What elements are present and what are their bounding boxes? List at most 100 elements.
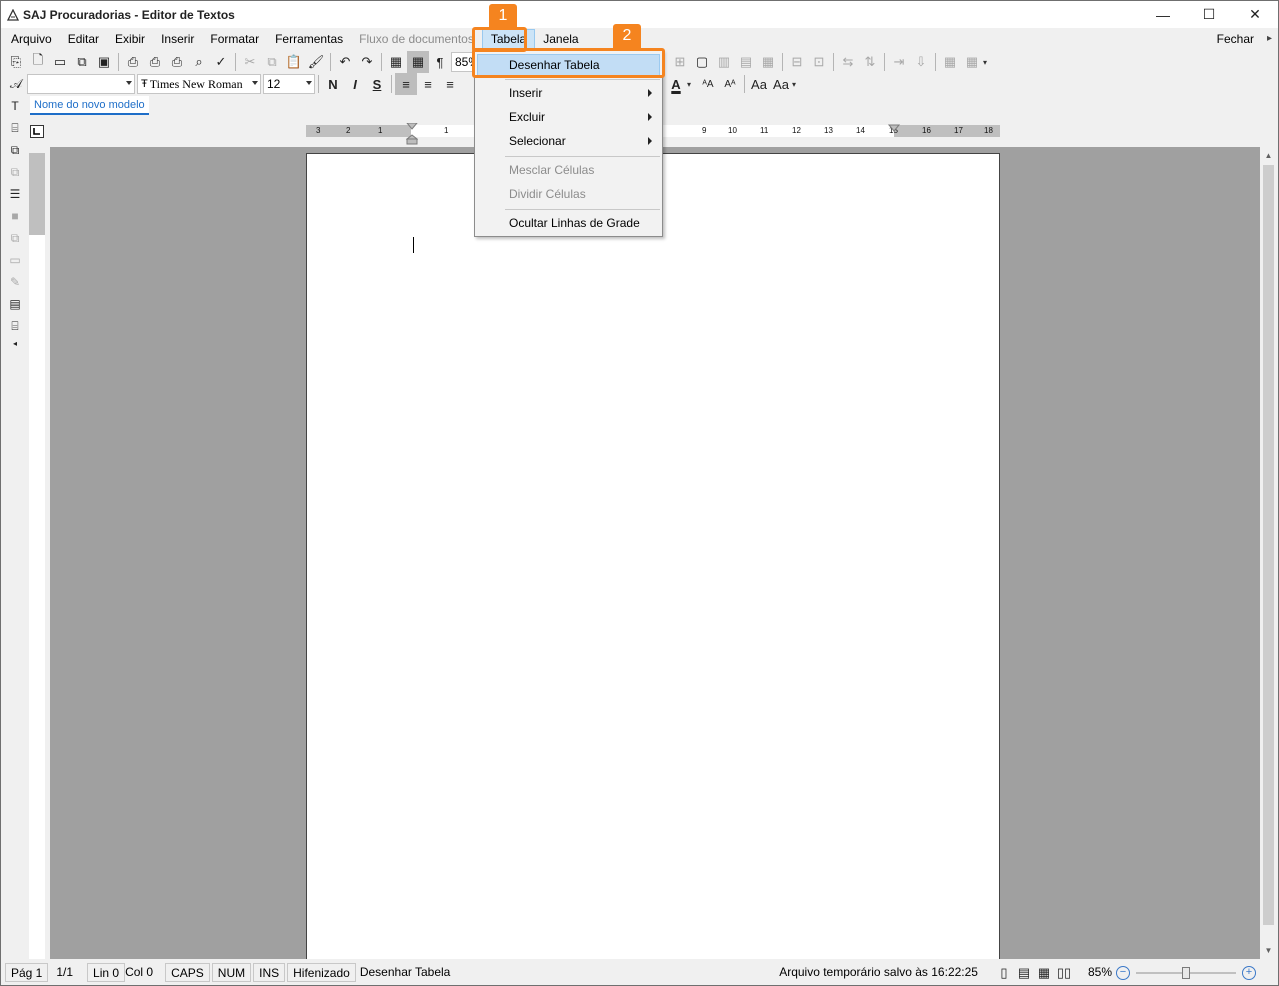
- view-book-icon[interactable]: ▯▯: [1054, 962, 1074, 984]
- left-toolbar-more-icon[interactable]: ◂: [4, 337, 26, 349]
- insert-field-icon[interactable]: T: [4, 95, 26, 117]
- font-color-icon[interactable]: A: [665, 73, 687, 95]
- spellcheck-icon[interactable]: ✓: [210, 51, 232, 73]
- maximize-button[interactable]: ☐: [1186, 1, 1232, 28]
- scroll-down-icon[interactable]: ▼: [1260, 942, 1277, 959]
- insert-table-icon[interactable]: ▦: [385, 51, 407, 73]
- cut-icon[interactable]: ✂: [239, 51, 261, 73]
- table-border-icon[interactable]: ▢: [691, 51, 713, 73]
- zoom-slider-knob[interactable]: [1182, 966, 1190, 979]
- undo-icon[interactable]: ↶: [334, 51, 356, 73]
- print-setup-icon[interactable]: ⎙: [166, 51, 188, 73]
- ruler-label: 2: [346, 126, 351, 135]
- pilcrow-icon[interactable]: ¶: [429, 51, 451, 73]
- format-painter-icon[interactable]: 🖌: [305, 51, 327, 73]
- style-icon[interactable]: 𝒜: [5, 73, 27, 95]
- insert-col-icon[interactable]: ⇅: [859, 51, 881, 73]
- gridlines-icon[interactable]: ▦: [407, 51, 429, 73]
- view-normal-icon[interactable]: ▤: [1014, 962, 1034, 984]
- font-color-dropdown-icon[interactable]: ▾: [687, 80, 697, 89]
- redo-icon[interactable]: ↷: [356, 51, 378, 73]
- form-icon[interactable]: ▤: [4, 293, 26, 315]
- align-left-icon[interactable]: ≡: [395, 73, 417, 95]
- minimize-button[interactable]: —: [1140, 1, 1186, 28]
- model-name-tab[interactable]: Nome do novo modelo: [30, 96, 149, 115]
- paint-icon[interactable]: ⌸: [4, 117, 26, 139]
- shrink-font-icon[interactable]: Aᴬ: [719, 73, 741, 95]
- block-icon[interactable]: ■: [4, 205, 26, 227]
- table-cell-icon[interactable]: ▦: [757, 51, 779, 73]
- align-right-icon[interactable]: ≡: [439, 73, 461, 95]
- merge-cells-icon[interactable]: ⊟: [786, 51, 808, 73]
- vertical-ruler[interactable]: [29, 153, 45, 959]
- view-web-icon[interactable]: ▦: [1034, 962, 1054, 984]
- menu-arquivo[interactable]: Arquivo: [3, 29, 60, 50]
- font-size-combo[interactable]: 12: [263, 74, 315, 94]
- scroll-up-icon[interactable]: ▲: [1260, 147, 1277, 164]
- italic-button[interactable]: I: [344, 73, 366, 95]
- table-props-icon[interactable]: ▦: [939, 51, 961, 73]
- fechar-button[interactable]: Fechar: [1217, 29, 1254, 50]
- menuitem-ocultar-linhas-grade[interactable]: Ocultar Linhas de Grade: [477, 212, 660, 234]
- scroll-thumb[interactable]: [1263, 165, 1274, 925]
- doc-list-icon[interactable]: ⧉: [4, 139, 26, 161]
- document-page[interactable]: [306, 153, 1000, 959]
- menuitem-excluir[interactable]: Excluir: [477, 106, 660, 128]
- menu-inserir[interactable]: Inserir: [153, 29, 202, 50]
- case-dropdown-icon[interactable]: ▾: [792, 80, 802, 89]
- vertical-scrollbar[interactable]: ▲ ▼: [1260, 147, 1277, 959]
- change-case-icon[interactable]: Aa: [748, 73, 770, 95]
- menu-formatar[interactable]: Formatar: [202, 29, 267, 50]
- menu-janela[interactable]: Janela: [535, 29, 586, 50]
- new-from-model-icon[interactable]: ⎘: [5, 51, 27, 73]
- ruler-label: 10: [728, 126, 737, 135]
- close-document-icon[interactable]: ▸: [1267, 33, 1272, 44]
- align-center-icon[interactable]: ≡: [417, 73, 439, 95]
- left-indent-marker[interactable]: [406, 123, 418, 145]
- view-page-icon[interactable]: ▯: [994, 962, 1014, 984]
- format-tool-icon[interactable]: ⌸: [4, 315, 26, 337]
- insert-row-icon[interactable]: ⇆: [837, 51, 859, 73]
- new-document-icon[interactable]: 🗋: [27, 51, 49, 73]
- case-menu-icon[interactable]: Aa: [770, 73, 792, 95]
- menu-editar[interactable]: Editar: [60, 29, 107, 50]
- outline-icon[interactable]: ☰: [4, 183, 26, 205]
- print-icon[interactable]: ⎙: [122, 51, 144, 73]
- copy-icon[interactable]: ⧉: [261, 51, 283, 73]
- close-window-button[interactable]: ✕: [1232, 1, 1278, 28]
- font-combo[interactable]: Ŧ Times New Roman: [137, 74, 261, 94]
- menu-ferramentas[interactable]: Ferramentas: [267, 29, 351, 50]
- open-folder-icon[interactable]: ▭: [49, 51, 71, 73]
- toolbar-overflow-icon[interactable]: ▾: [983, 58, 993, 67]
- menu-exibir[interactable]: Exibir: [107, 29, 153, 50]
- menuitem-inserir[interactable]: Inserir: [477, 82, 660, 104]
- table-col-icon[interactable]: ▥: [713, 51, 735, 73]
- edit-note-icon[interactable]: ✎: [4, 271, 26, 293]
- comment-icon[interactable]: ▭: [4, 249, 26, 271]
- app-logo-icon: [6, 8, 20, 22]
- zoom-in-icon[interactable]: +: [1242, 965, 1256, 980]
- paste-icon[interactable]: 📋: [283, 51, 305, 73]
- table-split-icon[interactable]: ⊞: [669, 51, 691, 73]
- open-icon[interactable]: ⧉: [71, 51, 93, 73]
- menuitem-selecionar[interactable]: Selecionar: [477, 130, 660, 152]
- copy-pages-icon[interactable]: ⧉: [4, 161, 26, 183]
- table-autofit-icon[interactable]: ▦: [961, 51, 983, 73]
- right-indent-marker[interactable]: [888, 123, 900, 133]
- zoom-out-icon[interactable]: −: [1116, 965, 1130, 980]
- ruler-label: 12: [792, 126, 801, 135]
- style-combo[interactable]: [27, 74, 135, 94]
- split-cells-icon[interactable]: ⊡: [808, 51, 830, 73]
- stack-icon[interactable]: ⧉: [4, 227, 26, 249]
- tab-stop-selector[interactable]: [30, 125, 44, 138]
- zoom-slider[interactable]: [1136, 966, 1236, 980]
- find-icon[interactable]: ⌕: [188, 51, 210, 73]
- table-row-icon[interactable]: ▤: [735, 51, 757, 73]
- underline-button[interactable]: S: [366, 73, 388, 95]
- bold-button[interactable]: N: [322, 73, 344, 95]
- print-preview-icon[interactable]: ⎙: [144, 51, 166, 73]
- delete-col-icon[interactable]: ⇩: [910, 51, 932, 73]
- delete-row-icon[interactable]: ⇥: [888, 51, 910, 73]
- grow-font-icon[interactable]: ᴬA: [697, 73, 719, 95]
- save-icon[interactable]: ▣: [93, 51, 115, 73]
